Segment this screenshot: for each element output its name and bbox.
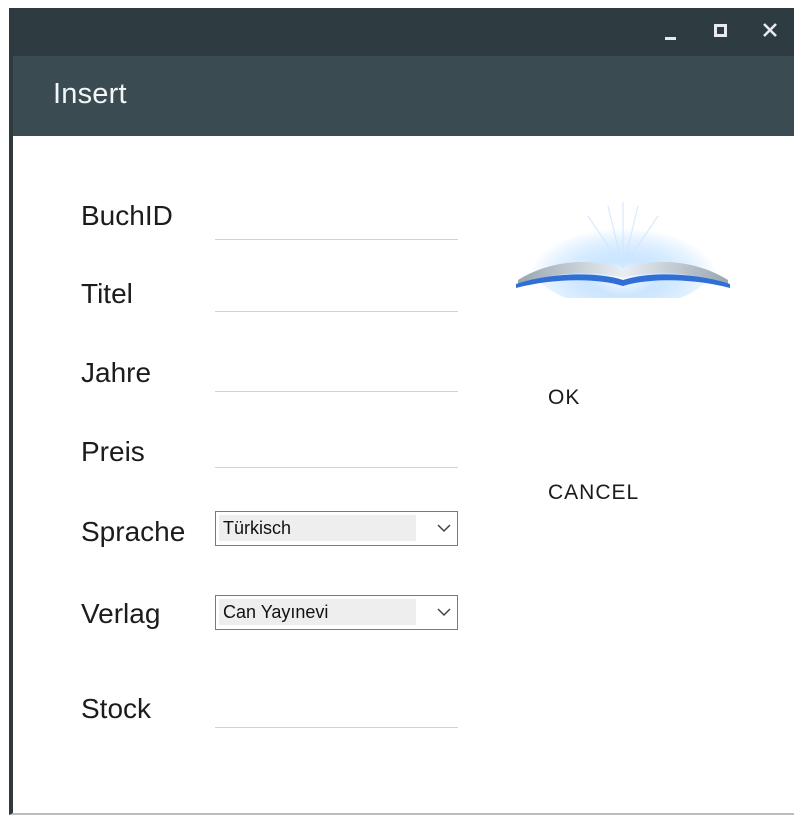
- verlag-selected-value: Can Yayınevi: [219, 599, 416, 625]
- header-bar: Insert: [13, 56, 794, 136]
- window-title: Insert: [53, 78, 127, 110]
- ok-button[interactable]: OK: [542, 382, 586, 414]
- minimize-icon: [665, 37, 676, 40]
- verlag-select[interactable]: Can Yayınevi: [215, 595, 458, 630]
- title-bar[interactable]: [13, 8, 794, 56]
- maximize-icon: [714, 24, 727, 37]
- close-button[interactable]: [752, 8, 788, 56]
- preis-label: Preis: [81, 436, 145, 467]
- insert-window: Insert BuchID Titel Jahre Preis Sprache …: [9, 8, 794, 815]
- jahre-label: Jahre: [81, 357, 152, 388]
- buchid-input[interactable]: [215, 206, 458, 240]
- maximize-button[interactable]: [704, 8, 740, 56]
- sprache-label: Sprache: [81, 516, 186, 547]
- sprache-selected-value: Türkisch: [219, 515, 416, 541]
- minimize-button[interactable]: [653, 8, 689, 56]
- sprache-select[interactable]: Türkisch: [215, 511, 458, 546]
- close-icon: [763, 23, 777, 37]
- buchid-label: BuchID: [81, 200, 173, 231]
- jahre-input[interactable]: [215, 358, 458, 392]
- titel-input[interactable]: [215, 278, 458, 312]
- stock-label: Stock: [81, 693, 152, 724]
- chevron-down-icon: [437, 608, 451, 617]
- chevron-down-icon: [437, 524, 451, 533]
- cancel-button[interactable]: CANCEL: [542, 477, 645, 509]
- verlag-label: Verlag: [81, 598, 161, 629]
- open-book-icon: [516, 202, 730, 298]
- stock-input[interactable]: [215, 694, 458, 728]
- titel-label: Titel: [81, 278, 133, 309]
- preis-input[interactable]: [215, 434, 458, 468]
